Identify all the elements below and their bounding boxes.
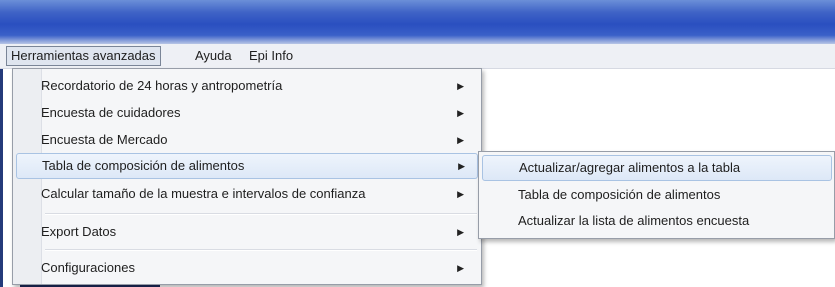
chevron-right-icon: ▶ — [457, 81, 464, 91]
submenu-item-tabla-composicion-label: Tabla de composición de alimentos — [518, 187, 721, 202]
submenu-item-actualizar-agregar-label: Actualizar/agregar alimentos a la tabla — [519, 160, 741, 175]
menu-ayuda[interactable]: Ayuda — [191, 47, 236, 65]
menu-item-recordatorio[interactable]: Recordatorio de 24 horas y antropometría… — [16, 73, 476, 99]
menu-item-recordatorio-label: Recordatorio de 24 horas y antropometría — [41, 78, 283, 93]
chevron-right-icon: ▶ — [457, 108, 464, 118]
chevron-right-icon: ▶ — [457, 227, 464, 237]
menu-item-configuraciones-label: Configuraciones — [41, 260, 135, 275]
menu-epi-info[interactable]: Epi Info — [245, 47, 297, 65]
menu-separator — [45, 213, 477, 215]
menu-item-encuesta-mercado-label: Encuesta de Mercado — [41, 132, 168, 147]
submenu-item-actualizar-agregar[interactable]: Actualizar/agregar alimentos a la tabla — [482, 155, 832, 181]
chevron-right-icon: ▶ — [457, 263, 464, 273]
menu-epi-info-label: Epi Info — [249, 48, 294, 63]
submenu-item-actualizar-lista-label: Actualizar la lista de alimentos encuest… — [518, 213, 750, 228]
chevron-right-icon: ▶ — [457, 189, 464, 199]
submenu-item-tabla-composicion[interactable]: Tabla de composición de alimentos — [482, 182, 830, 208]
menu-ayuda-label: Ayuda — [195, 48, 232, 63]
herramientas-dropdown-menu: Recordatorio de 24 horas y antropometría… — [12, 68, 482, 285]
menu-separator — [45, 249, 477, 251]
menubar: Herramientas avanzadas Ayuda Epi Info — [0, 44, 835, 69]
submenu-item-actualizar-lista[interactable]: Actualizar la lista de alimentos encuest… — [482, 208, 830, 234]
menu-item-export-datos-label: Export Datos — [41, 224, 117, 239]
menu-herramientas-avanzadas[interactable]: Herramientas avanzadas — [6, 46, 161, 66]
menu-item-encuesta-cuidadores[interactable]: Encuesta de cuidadores ▶ — [16, 100, 476, 126]
menu-herramientas-avanzadas-label: Herramientas avanzadas — [11, 48, 156, 63]
chevron-right-icon: ▶ — [458, 161, 465, 171]
menu-item-calcular-tamano[interactable]: Calcular tamaño de la muestra e interval… — [16, 181, 476, 207]
window-titlebar — [0, 0, 835, 44]
menu-item-encuesta-cuidadores-label: Encuesta de cuidadores — [41, 105, 181, 120]
chevron-right-icon: ▶ — [457, 135, 464, 145]
tabla-composicion-submenu: Actualizar/agregar alimentos a la tabla … — [478, 151, 835, 239]
menu-item-encuesta-mercado[interactable]: Encuesta de Mercado ▶ — [16, 127, 476, 153]
menu-item-configuraciones[interactable]: Configuraciones ▶ — [16, 255, 476, 281]
menu-item-export-datos[interactable]: Export Datos ▶ — [16, 219, 476, 245]
menu-item-tabla-composicion-label: Tabla de composición de alimentos — [42, 158, 245, 173]
menu-item-calcular-tamano-label: Calcular tamaño de la muestra e interval… — [41, 186, 366, 201]
menu-item-tabla-composicion[interactable]: Tabla de composición de alimentos ▶ — [16, 153, 478, 179]
